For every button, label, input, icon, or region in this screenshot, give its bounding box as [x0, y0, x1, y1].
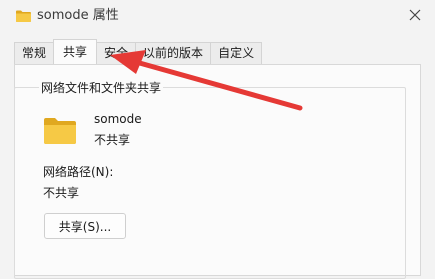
group-title: 网络文件和文件夹共享	[39, 80, 164, 96]
share-status: 不共享	[94, 133, 131, 147]
properties-window: somode 属性 常规 共享 安全 以前的版本 自定义 网络文件和文件夹共享 …	[0, 0, 435, 279]
window-title: somode 属性	[37, 8, 119, 23]
tab-bar: 常规 共享 安全 以前的版本 自定义	[14, 39, 263, 64]
network-path-value: 不共享	[43, 186, 80, 200]
tab-customize[interactable]: 自定义	[210, 42, 263, 64]
close-button[interactable]	[403, 3, 427, 27]
folder-icon	[16, 10, 31, 22]
folder-name: somode	[94, 112, 142, 126]
network-sharing-group	[14, 87, 406, 279]
title-bar: somode 属性	[0, 0, 435, 34]
tab-general[interactable]: 常规	[14, 42, 55, 64]
tab-security[interactable]: 安全	[96, 42, 137, 64]
share-button[interactable]: 共享(S)...	[44, 213, 126, 239]
close-icon	[409, 9, 421, 21]
folder-icon	[44, 118, 76, 144]
tab-sharing[interactable]: 共享	[53, 39, 98, 64]
tab-previous-versions[interactable]: 以前的版本	[135, 42, 212, 64]
network-path-label: 网络路径(N):	[43, 165, 114, 179]
